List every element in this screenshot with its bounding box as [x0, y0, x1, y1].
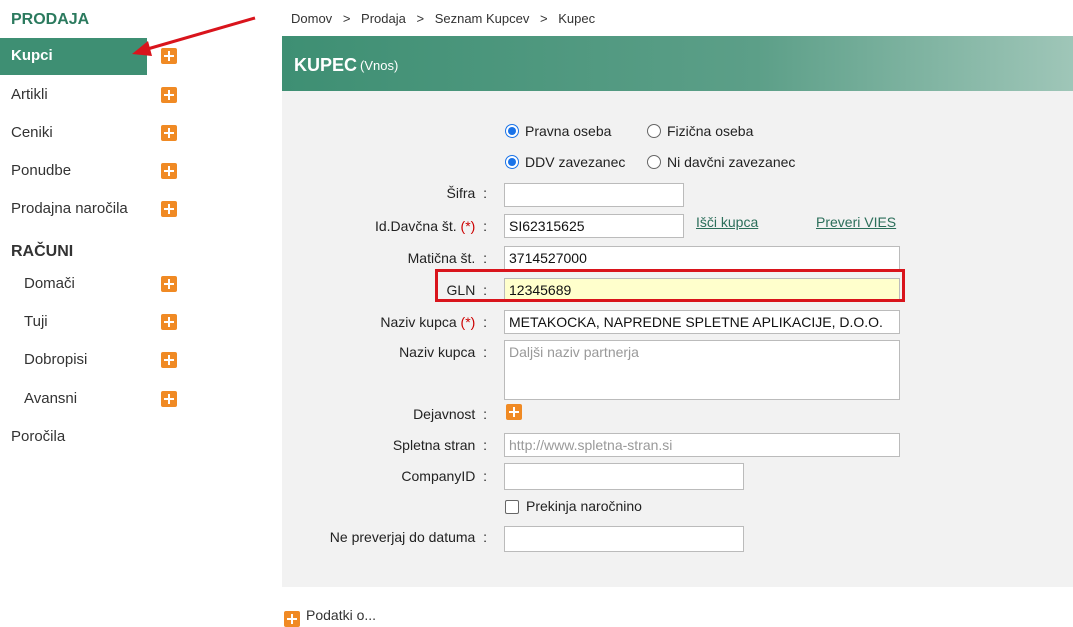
field-label-reg-number: Matična št. :	[407, 250, 487, 266]
annotation-highlight-box	[435, 269, 905, 302]
tax-id-input[interactable]: SI62315625	[504, 214, 684, 238]
add-narocila-plus-icon[interactable]	[161, 201, 177, 217]
sidebar-item-kupci[interactable]: Kupci	[0, 38, 147, 75]
radio-label: Pravna oseba	[525, 123, 612, 139]
radio-label: DDV zavezanec	[525, 154, 626, 170]
field-label-long-name: Naziv kupca :	[399, 344, 487, 360]
sidebar-item-ponudbe[interactable]: Ponudbe	[0, 153, 147, 190]
no-check-date-input[interactable]	[504, 526, 744, 552]
sidebar-item-prodajna-narocila[interactable]: Prodajna naročila	[0, 191, 147, 228]
field-label-sifra: Šifra :	[446, 185, 487, 201]
add-domaci-plus-icon[interactable]	[161, 276, 177, 292]
sidebar-item-dobropisi[interactable]: Dobropisi	[0, 342, 147, 379]
page-subtitle: (Vnos)	[360, 58, 399, 73]
sidebar-item-label: Avansni	[24, 390, 78, 407]
section-title-sales: PRODAJA	[11, 11, 90, 28]
sidebar-item-label: Domači	[24, 275, 75, 292]
company-id-input[interactable]	[504, 463, 744, 490]
breadcrumb-current: Kupec	[558, 11, 596, 26]
check-vies-link[interactable]: Preveri VIES	[816, 214, 896, 230]
sidebar-item-label: Tuji	[24, 313, 48, 330]
sidebar-item-label: Artikli	[11, 86, 48, 103]
radio-selected-icon[interactable]	[505, 155, 519, 169]
add-ponudbe-plus-icon[interactable]	[161, 163, 177, 179]
field-label-name: Naziv kupca (*) :	[380, 314, 487, 330]
sidebar-item-avansni[interactable]: Avansni	[0, 381, 147, 418]
add-dobropisi-plus-icon[interactable]	[161, 352, 177, 368]
add-avansni-plus-icon[interactable]	[161, 391, 177, 407]
radio-natural-person[interactable]: Fizična oseba	[647, 123, 753, 139]
radio-selected-icon[interactable]	[505, 124, 519, 138]
sidebar-item-porocila[interactable]: Poročila	[0, 419, 147, 456]
page-header: KUPEC (Vnos)	[282, 36, 1073, 91]
breadcrumb-sales[interactable]: Prodaja	[361, 11, 406, 26]
long-name-textarea[interactable]: Daljši naziv partnerja	[504, 340, 900, 400]
breadcrumb-customer-list[interactable]: Seznam Kupcev	[435, 11, 530, 26]
breadcrumb-separator: >	[342, 11, 351, 26]
reg-number-input[interactable]: 3714527000	[504, 246, 900, 270]
add-ceniki-plus-icon[interactable]	[161, 125, 177, 141]
sifra-input[interactable]	[504, 183, 684, 207]
breadcrumb: Domov > Prodaja > Seznam Kupcev > Kupec	[291, 11, 599, 26]
breadcrumb-separator: >	[416, 11, 425, 26]
field-label-no-check-date: Ne preverjaj do datuma :	[329, 529, 487, 545]
sidebar-item-label: Dobropisi	[24, 351, 88, 368]
discontinue-label: Prekinja naročnino	[526, 498, 642, 514]
radio-unselected-icon[interactable]	[647, 155, 661, 169]
bottom-section-link[interactable]: Podatki o...	[306, 607, 376, 623]
breadcrumb-separator: >	[539, 11, 548, 26]
sidebar-item-ceniki[interactable]: Ceniki	[0, 115, 147, 152]
discontinue-checkbox[interactable]	[505, 500, 519, 514]
page-title: KUPEC	[294, 55, 358, 75]
sidebar-item-tuji[interactable]: Tuji	[0, 304, 147, 341]
add-activity-plus-icon[interactable]	[506, 404, 522, 420]
sidebar-item-label: Ponudbe	[11, 162, 72, 179]
sidebar-item-domaci[interactable]: Domači	[0, 266, 147, 303]
customer-name-input[interactable]: METAKOCKA, NAPREDNE SPLETNE APLIKACIJE, …	[504, 310, 900, 334]
annotation-arrow-icon	[132, 16, 256, 56]
sidebar-item-label: Kupci	[11, 47, 53, 64]
field-label-company-id: CompanyID :	[401, 468, 487, 484]
add-tuji-plus-icon[interactable]	[161, 314, 177, 330]
field-label-activity: Dejavnost :	[413, 406, 487, 422]
search-customer-link[interactable]: Išči kupca	[696, 214, 758, 230]
radio-not-vat-payer[interactable]: Ni davčni zavezanec	[647, 154, 795, 170]
breadcrumb-home[interactable]: Domov	[291, 11, 332, 26]
radio-label: Fizična oseba	[667, 123, 754, 139]
sidebar-item-label: Ceniki	[11, 124, 53, 141]
radio-vat-payer[interactable]: DDV zavezanec	[505, 154, 625, 170]
field-label-website: Spletna stran :	[392, 437, 487, 453]
sidebar-item-artikli[interactable]: Artikli	[0, 77, 147, 114]
bottom-plus-icon[interactable]	[284, 611, 300, 627]
add-artikli-plus-icon[interactable]	[161, 87, 177, 103]
sidebar-item-label: Poročila	[11, 428, 66, 445]
radio-label: Ni davčni zavezanec	[667, 154, 796, 170]
radio-legal-entity[interactable]: Pravna oseba	[505, 123, 611, 139]
sidebar: PRODAJA Kupci Artikli Ceniki Ponudbe Pro…	[0, 0, 200, 617]
radio-unselected-icon[interactable]	[647, 124, 661, 138]
sidebar-item-label: Prodajna naročila	[11, 200, 128, 217]
field-label-tax-id: Id.Davčna št. (*) :	[374, 218, 487, 234]
section-title-invoices: RAČUNI	[11, 243, 74, 260]
website-input[interactable]: http://www.spletna-stran.si	[504, 433, 900, 457]
